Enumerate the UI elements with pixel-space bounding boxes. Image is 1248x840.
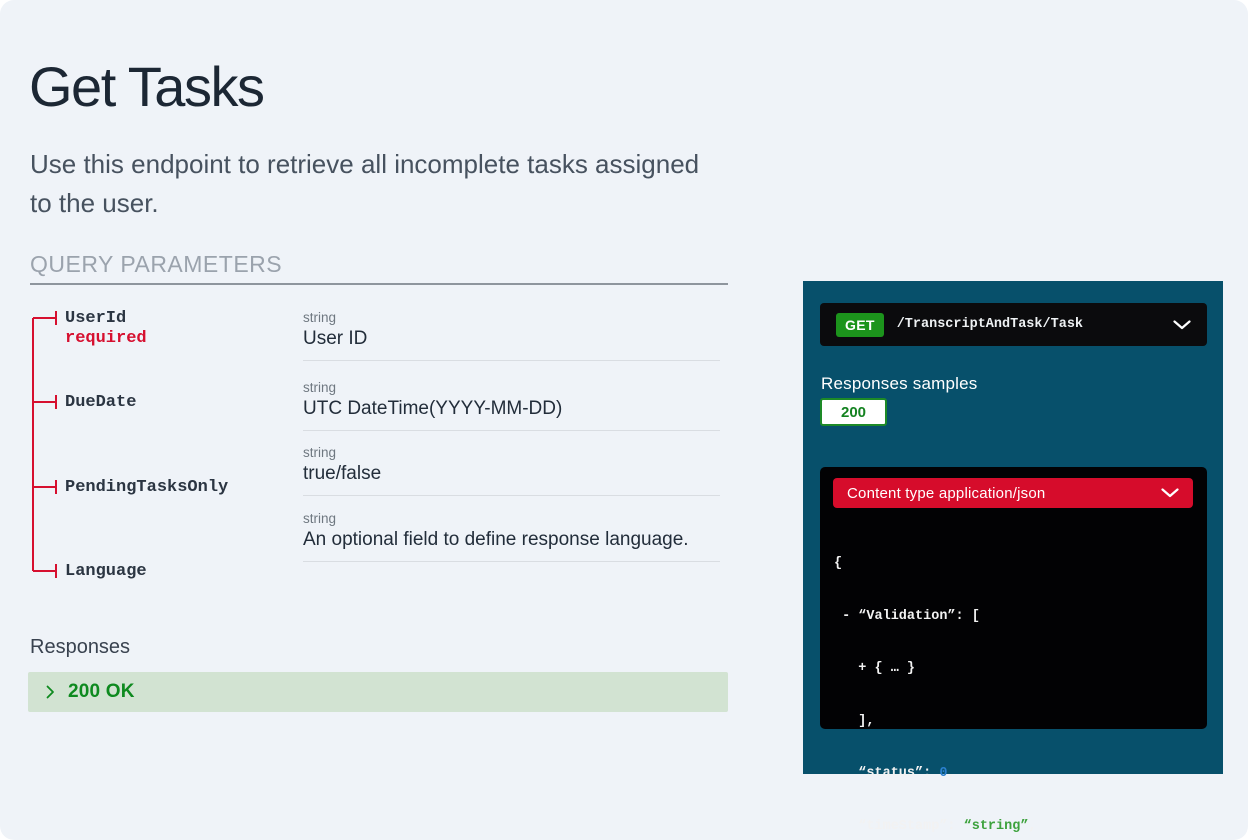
endpoint-dropdown[interactable]: GET /TranscriptAndTask/Task [820,303,1207,346]
responses-heading: Responses [30,636,130,659]
parameter-tree-connector-icon [30,310,64,586]
param-detail-userid: string User ID [303,309,720,361]
param-type: string [303,309,720,326]
api-docs-page: Get Tasks Use this endpoint to retrieve … [0,0,1248,840]
query-parameters-heading: QUERY PARAMETERS [30,251,282,278]
response-200-label: 200 OK [68,681,135,703]
endpoint-path: /TranscriptAndTask/Task [897,317,1160,332]
param-type: string [303,379,720,396]
param-name-duedate: DueDate [65,393,136,412]
code-line: { [834,555,1037,573]
param-detail-duedate: string UTC DateTime(YYYY-MM-DD) [303,379,720,431]
param-name-userid: UserId [65,309,126,328]
param-name-language: Language [65,562,147,581]
response-code-card: Content type application/json { - “Valid… [820,467,1207,729]
param-detail-language: string An optional field to define respo… [303,510,720,562]
code-line: ], [834,713,1037,731]
param-description: UTC DateTime(YYYY-MM-DD) [303,396,720,422]
param-type: string [303,510,720,527]
param-description: User ID [303,326,720,352]
param-type: string [303,444,720,461]
code-line: “timeStamp”: “string”, [834,818,1037,836]
query-parameters-divider [30,283,728,285]
http-method-badge: GET [836,313,884,337]
sample-status-200-button[interactable]: 200 [820,398,887,426]
content-type-dropdown[interactable]: Content type application/json [833,478,1193,508]
param-description: An optional field to define response lan… [303,527,720,553]
chevron-down-icon [1173,320,1191,330]
chevron-right-icon [46,685,55,699]
param-detail-pendingtasksonly: string true/false [303,444,720,496]
chevron-down-icon [1161,488,1179,498]
code-line[interactable]: + { … } [834,660,1037,678]
param-required-badge: required [65,329,147,348]
code-line[interactable]: - “Validation”: [ [834,608,1037,626]
response-200-row[interactable]: 200 OK [28,672,728,712]
param-name-pendingtasksonly: PendingTasksOnly [65,478,228,497]
endpoint-description: Use this endpoint to retrieve all incomp… [30,145,700,223]
page-title: Get Tasks [29,54,263,119]
content-type-label: Content type application/json [847,485,1151,502]
response-sample-panel: GET /TranscriptAndTask/Task Responses sa… [803,281,1223,774]
code-line: “status”: 0, [834,765,1037,783]
responses-samples-heading: Responses samples [821,374,977,394]
sample-status-label: 200 [841,404,866,421]
param-description: true/false [303,461,720,487]
json-response-sample: { - “Validation”: [ + { … } ], “status”:… [834,520,1037,840]
